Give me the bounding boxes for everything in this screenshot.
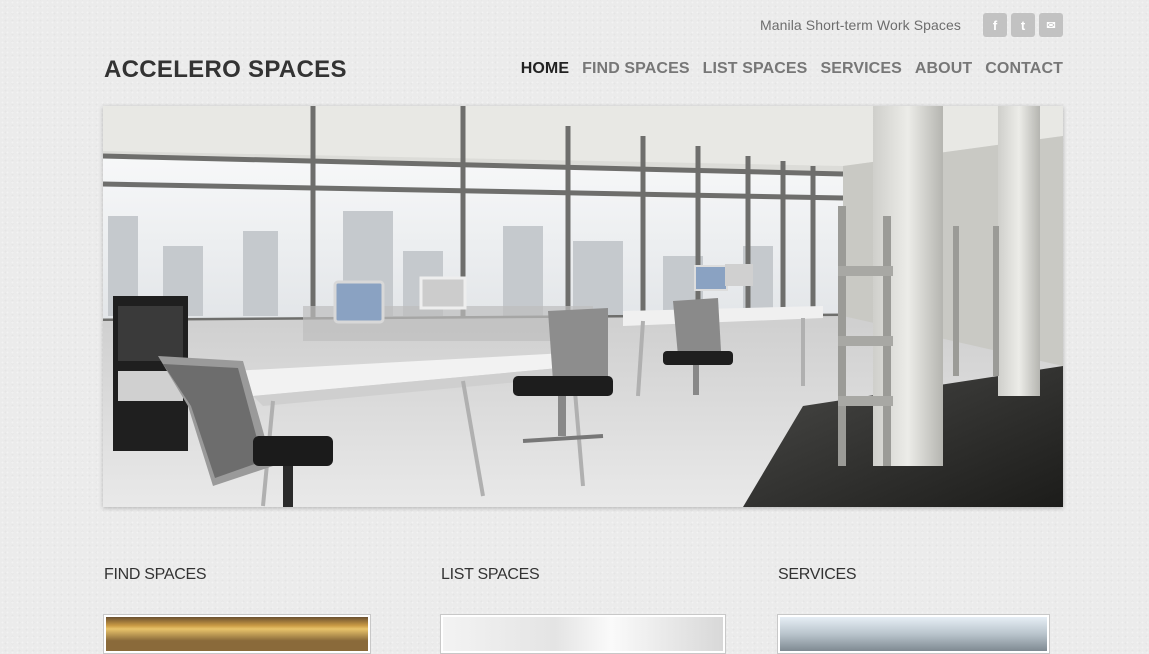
nav-contact[interactable]: CONTACT xyxy=(985,60,1063,78)
nav-about[interactable]: ABOUT xyxy=(915,60,972,78)
office-interior-image xyxy=(103,106,1063,507)
top-bar: Manila Short-term Work Spaces f t ✉ xyxy=(760,13,1063,37)
section-title-list-spaces[interactable]: LIST SPACES xyxy=(441,566,540,584)
section-list-spaces: LIST SPACES xyxy=(440,566,726,654)
section-title-services[interactable]: SERVICES xyxy=(778,566,857,584)
main-nav: HOME FIND SPACES LIST SPACES SERVICES AB… xyxy=(521,60,1063,78)
nav-home[interactable]: HOME xyxy=(521,60,569,78)
section-find-spaces: FIND SPACES xyxy=(103,566,371,654)
section-services: SERVICES xyxy=(777,566,1050,654)
hero-image xyxy=(103,106,1063,507)
email-icon[interactable]: ✉ xyxy=(1039,13,1063,37)
facebook-icon[interactable]: f xyxy=(983,13,1007,37)
tagline: Manila Short-term Work Spaces xyxy=(759,17,961,33)
list-spaces-thumbnail[interactable] xyxy=(440,614,726,654)
nav-list-spaces[interactable]: LIST SPACES xyxy=(703,60,808,78)
nav-services[interactable]: SERVICES xyxy=(820,60,901,78)
twitter-icon[interactable]: t xyxy=(1011,13,1035,37)
services-thumbnail[interactable] xyxy=(777,614,1050,654)
find-spaces-thumbnail[interactable] xyxy=(103,614,371,654)
section-title-find-spaces[interactable]: FIND SPACES xyxy=(104,566,207,584)
nav-find-spaces[interactable]: FIND SPACES xyxy=(582,60,689,78)
site-logo[interactable]: ACCELERO SPACES xyxy=(104,56,347,84)
